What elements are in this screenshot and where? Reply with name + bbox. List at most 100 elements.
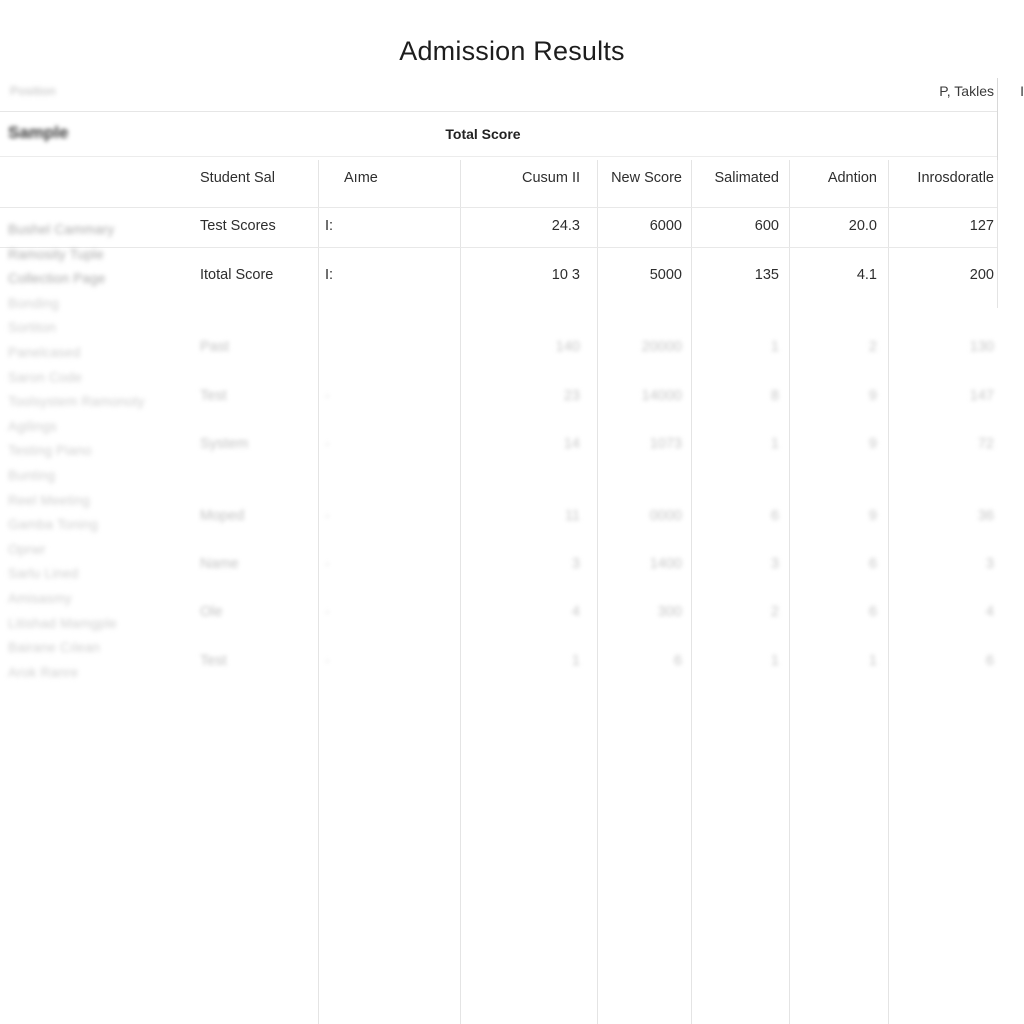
row-marker: · xyxy=(325,508,330,524)
top-divider xyxy=(0,111,997,112)
cell-cusum: 14 xyxy=(563,436,580,452)
row-marker: · xyxy=(325,556,330,572)
cell-student_sal: Test Scores xyxy=(200,218,276,234)
cell-cusum: 11 xyxy=(564,508,580,524)
cell-new_score: 0000 xyxy=(649,508,682,524)
cell-inrosdoratle: 6 xyxy=(985,653,994,669)
cell-student_sal: Moped xyxy=(200,508,245,524)
cell-new_score: 5000 xyxy=(649,267,682,283)
row-marker: · xyxy=(325,604,330,620)
cell-adntion: 20.0 xyxy=(848,218,877,234)
cell-salimated: 600 xyxy=(754,218,779,234)
sidebar-item[interactable]: Oprwr xyxy=(8,538,188,563)
cell-cusum: 4 xyxy=(571,604,580,620)
cell-salimated: 1 xyxy=(770,436,779,452)
cell-adntion: 9 xyxy=(868,388,877,404)
column-header-new_score[interactable]: New Score xyxy=(600,170,682,186)
cell-new_score: 20000 xyxy=(641,339,682,355)
row-marker: I: xyxy=(325,218,334,234)
row-marker: · xyxy=(325,388,330,404)
cell-inrosdoratle: 127 xyxy=(969,218,994,234)
cell-cusum: 3 xyxy=(571,556,580,572)
cell-adntion: 1 xyxy=(868,653,877,669)
cell-adntion: 6 xyxy=(868,604,877,620)
section-band: Sample Total Score xyxy=(0,120,1024,156)
cell-student_sal: Test xyxy=(200,653,227,669)
sidebar-item[interactable]: Bonding xyxy=(8,292,188,317)
cell-salimated: 135 xyxy=(754,267,779,283)
column-header-cusum[interactable]: Cusum II xyxy=(470,170,580,186)
meta-right-label: P, Takles xyxy=(939,83,994,99)
cell-inrosdoratle: 3 xyxy=(985,556,994,572)
cell-inrosdoratle: 72 xyxy=(977,436,994,452)
cell-inrosdoratle: 36 xyxy=(977,508,994,524)
total-score-header: Total Score xyxy=(445,126,521,142)
cell-salimated: 1 xyxy=(770,653,779,669)
cell-new_score: 1400 xyxy=(649,556,682,572)
column-header-adntion[interactable]: Adntion xyxy=(792,170,877,186)
sidebar-item[interactable]: Toolsystem Ramonoty xyxy=(8,390,188,415)
sidebar-item[interactable]: Collection Page xyxy=(8,267,188,292)
cell-inrosdoratle: 200 xyxy=(969,267,994,283)
column-header-inrosdoratle[interactable]: Inrosdoratle xyxy=(884,170,994,186)
cell-new_score: 1073 xyxy=(649,436,682,452)
cell-student_sal: Ole xyxy=(200,604,223,620)
sidebar-item[interactable]: Ramosity Tuple xyxy=(8,243,188,268)
cell-new_score: 6000 xyxy=(649,218,682,234)
sidebar-item[interactable]: Bairane Cılean xyxy=(8,636,188,661)
cell-salimated: 2 xyxy=(770,604,779,620)
cell-adntion: 9 xyxy=(868,436,877,452)
cell-cusum: 10 3 xyxy=(551,267,580,283)
cell-student_sal: Test xyxy=(200,388,227,404)
sidebar-list: Bushel Cammary Ramosity Tuple Collection P… xyxy=(8,218,188,685)
cell-student_sal: Past xyxy=(200,339,230,355)
cell-salimated: 6 xyxy=(770,508,779,524)
cell-inrosdoratle: 4 xyxy=(985,604,994,620)
column-header-student_sal[interactable]: Student Sal xyxy=(200,170,310,186)
row-marker: · xyxy=(325,653,330,669)
sidebar-item[interactable]: Bunting xyxy=(8,464,188,489)
sidebar-item[interactable]: Amisasmy xyxy=(8,587,188,612)
section-divider xyxy=(0,156,997,157)
cell-cusum: 23 xyxy=(563,388,580,404)
sidebar-item[interactable]: Testing Piano xyxy=(8,439,188,464)
sidebar-item[interactable]: Saron Code xyxy=(8,366,188,391)
cell-adntion: 6 xyxy=(868,556,877,572)
cell-salimated: 8 xyxy=(770,388,779,404)
cell-salimated: 1 xyxy=(770,339,779,355)
sidebar-item[interactable]: Gamba Toning xyxy=(8,513,188,538)
cell-inrosdoratle: 130 xyxy=(969,339,994,355)
sidebar-item[interactable]: Arok Ranre xyxy=(8,661,188,686)
cell-inrosdoratle: 147 xyxy=(969,388,994,404)
row-marker: · xyxy=(325,436,330,452)
cell-new_score: 6 xyxy=(673,653,682,669)
page-title: Admission Results xyxy=(399,36,625,66)
sidebar-item[interactable]: Bushel Cammary xyxy=(8,218,188,243)
cell-cusum: 24.3 xyxy=(551,218,580,234)
meta-far-right-label: I xyxy=(1020,83,1024,99)
cell-adntion: 2 xyxy=(868,339,877,355)
cell-new_score: 300 xyxy=(657,604,682,620)
header-underline xyxy=(0,207,997,208)
meta-left-label: Position xyxy=(10,84,56,98)
meta-strip: Position P, Takles I xyxy=(0,82,1024,112)
sidebar-item[interactable]: Sarlu Lined xyxy=(8,562,188,587)
cell-student_sal: Name xyxy=(200,556,239,572)
sidebar-item[interactable]: Panelcased xyxy=(8,341,188,366)
sidebar-item[interactable]: Litishad Mamgple xyxy=(8,612,188,637)
cell-student_sal: Itotal Score xyxy=(200,267,274,283)
sidebar-item[interactable]: Reel Meeting xyxy=(8,489,188,514)
column-header-salimated[interactable]: Salimated xyxy=(694,170,779,186)
cell-adntion: 9 xyxy=(868,508,877,524)
table-header-row: Student Sal Aıme Cusum II New Score Salimate… xyxy=(0,170,1024,203)
cell-adntion: 4.1 xyxy=(856,267,877,283)
sidebar-item[interactable]: Sortiton xyxy=(8,316,188,341)
cell-student_sal: System xyxy=(200,436,249,452)
cell-salimated: 3 xyxy=(770,556,779,572)
sidebar-item[interactable]: Agilings xyxy=(8,415,188,440)
cell-cusum: 140 xyxy=(555,339,580,355)
row-marker: I: xyxy=(325,267,334,283)
cell-cusum: 1 xyxy=(571,653,580,669)
column-header-aime[interactable]: Aıme xyxy=(344,170,454,186)
cell-new_score: 14000 xyxy=(641,388,682,404)
